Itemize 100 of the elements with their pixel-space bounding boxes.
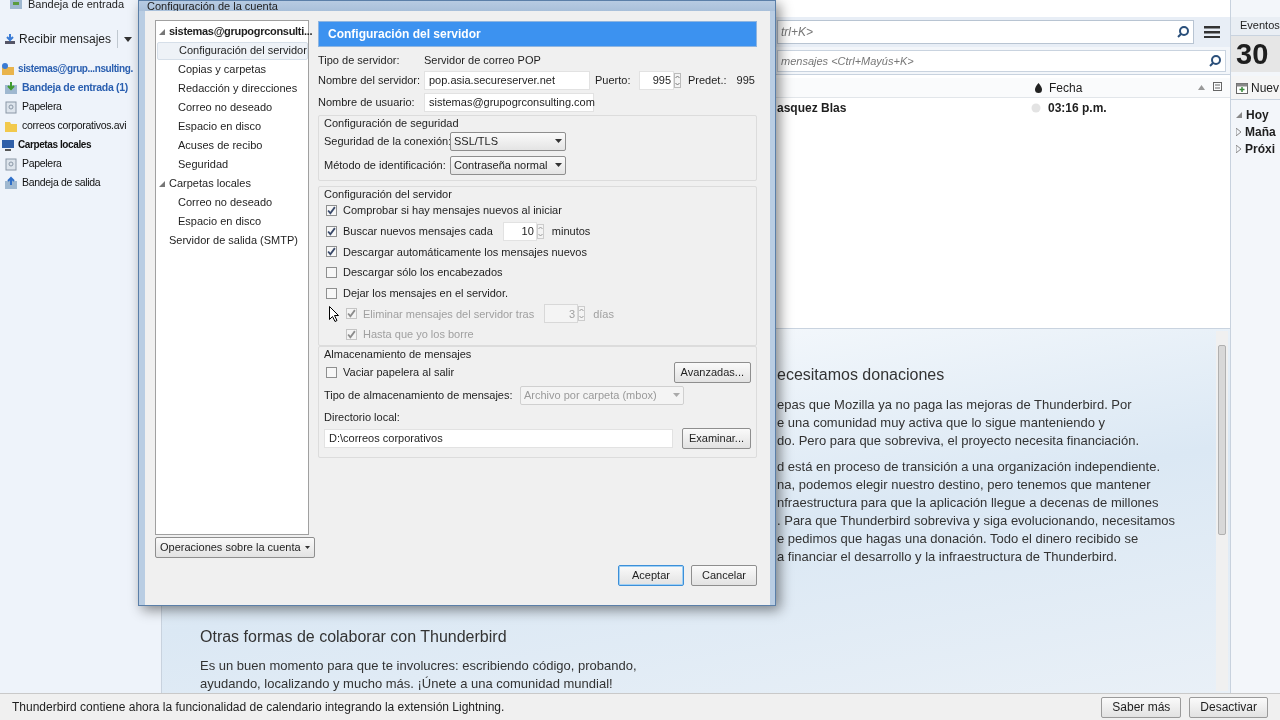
field-label: Puerto: [595,73,632,89]
folder-item[interactable]: Papelera [22,155,62,172]
agenda-section[interactable]: Hoy [1246,105,1269,124]
field-value: Servidor de correo POP [424,52,541,68]
tree-item[interactable]: sistemas@grupogrconsulti... [168,23,314,40]
checkbox[interactable] [326,267,337,278]
paragraph-line: ayudando, localizando y mucho más. ¡Únete a una comunidad mundial! [200,675,613,693]
dialog-button[interactable]: Aceptar [618,565,684,586]
paragraph-line: nfraestructura para que la aplicación llegue a decenas de millones [777,494,1159,512]
tree-item[interactable]: Espacio en disco [157,117,306,136]
checkbox[interactable] [326,287,337,299]
advanced-button[interactable]: Avanzadas... [673,361,751,383]
checkbox[interactable] [326,366,337,378]
folder-item[interactable]: Papelera [22,98,62,115]
field-label: minutos [551,223,591,239]
group-title: Configuración de seguridad [324,116,460,129]
message-sender: asquez Blas [777,100,848,117]
tree-item[interactable]: Carpetas locales [168,175,252,192]
checkbox[interactable] [326,204,337,216]
field-label: Nombre de usuario: [318,94,416,110]
user-name-field[interactable]: sistemas@grupogrconsulting.com [424,92,594,112]
status-icon [1031,103,1041,113]
scrollbar[interactable] [1216,331,1228,691]
column-header[interactable]: Fecha [1049,78,1198,97]
get-messages-button[interactable]: Recibir mensajes [2,28,114,50]
computer-icon [1,137,15,152]
new-event-button[interactable]: Nuev [1231,76,1280,100]
checkbox[interactable] [326,225,337,237]
tree-item[interactable]: Correo no deseado [157,193,306,212]
field-label: días [593,306,614,322]
trash-icon [4,99,18,114]
caret-icon [673,393,680,397]
dropdown[interactable]: SSL/TLS [450,131,566,151]
number-field[interactable]: 10 [502,221,537,241]
option-label: Buscar nuevos mensajes cada [343,223,493,239]
dropdown[interactable]: Contraseña normal [450,155,566,175]
dialog-title: Configuración de la cuenta [147,1,278,11]
section-heading: Otras formas de colaborar con Thunderbird [200,627,507,647]
account-icon [1,61,15,76]
inbox-icon [4,80,18,95]
menu-icon [1204,26,1220,38]
tree-item[interactable]: Seguridad [157,155,306,174]
folder-item[interactable]: sistemas@grup...nsulting. [18,61,133,76]
option-label: Hasta que yo los borre [363,327,474,343]
paragraph-line: a financiar el desarrollo y la infraestructura de Thunderbird. [777,548,1118,566]
option-label: Descargar sólo los encabezados [343,265,503,281]
calendar-icon [1236,81,1248,94]
option-label: Comprobar si hay mensajes nuevos al iniciar [343,203,562,219]
filter-field[interactable]: mensajes <Ctrl+Mayús+K> [777,49,1226,72]
field-value: 995 [736,73,755,89]
tab[interactable]: Eventos [1231,17,1280,36]
paragraph-line: do. Pero para que sobreviva, el proyecto necesita financiación. [777,432,1140,450]
tree-item[interactable]: Correo no deseado [157,98,306,117]
dialog-button[interactable]: Cancelar [691,565,757,586]
tree-item[interactable]: Servidor de salida (SMTP) [168,232,299,249]
spinner-icon [674,73,681,88]
folder-item[interactable]: Bandeja de salida [22,174,101,191]
caret-icon [304,546,310,549]
paragraph-line: e una comunidad muy activa que lo sigue manteniendo y [777,414,1106,432]
caret-icon [555,163,562,167]
tree-item[interactable]: Configuración del servidor [157,41,308,60]
server-name-field[interactable]: pop.asia.secureserver.net [424,71,590,90]
account-actions-button[interactable]: Operaciones sobre la cuenta [155,537,315,558]
column-picker-icon [1213,82,1224,93]
sort-arrow-icon [1198,85,1205,90]
port-field[interactable]: 995 [639,71,674,90]
tree-item[interactable]: Espacio en disco [157,212,306,231]
number-field: 3 [544,304,579,324]
option-label: Eliminar mensajes del servidor tras [363,306,535,322]
message-date: 03:16 p.m. [1048,100,1107,117]
field-label: Seguridad de la conexión: [324,133,450,149]
download-icon [4,33,16,45]
tree-item[interactable]: Acuses de recibo [157,136,306,155]
agenda-section[interactable]: Maña [1245,122,1276,141]
directory-field[interactable]: D:\correos corporativos [324,428,673,448]
checkbox[interactable] [326,246,337,258]
panel-title: Configuración del servidor [318,21,757,47]
notification-button[interactable]: Desactivar [1189,696,1268,718]
notification-button[interactable]: Saber más [1101,696,1182,718]
notification-text: Thunderbird contiene ahora la funcionalidad de calendario integrando la extensión Lightning. [12,699,506,716]
search-icon [1209,54,1221,67]
paragraph-line: d está en proceso de transición a una organización independiente. [777,458,1161,476]
browse-button[interactable]: Examinar... [681,427,751,449]
agenda-section[interactable]: Próxi [1245,139,1275,158]
folder-item[interactable]: Bandeja de entrada (1) [22,79,128,96]
outbox-icon [4,175,18,190]
group-title: Almacenamiento de mensajes [324,347,473,360]
paragraph-line: Es un buen momento para que te involucres: escribiendo código, probando, [200,657,637,675]
folder-item[interactable]: Carpetas locales [18,137,92,152]
group-title: Configuración del servidor [324,187,453,200]
tree-item[interactable]: Redacción y direcciones [157,79,306,98]
paragraph-line: na, podemos elegir nuestro destino, pero tenemos que mantener [777,476,1151,494]
tree-item[interactable]: Copias y carpetas [157,60,306,79]
spinner-icon [578,306,586,322]
search-field[interactable]: trl+K> [777,20,1194,44]
day-number: 30 [1231,36,1280,72]
trash-icon [4,156,18,171]
mouse-cursor-icon [329,306,339,322]
folder-item[interactable]: correos corporativos.avi [22,117,127,134]
paragraph-line: epas que Mozilla ya no paga las mejoras de Thunderbird. Por [777,396,1132,414]
